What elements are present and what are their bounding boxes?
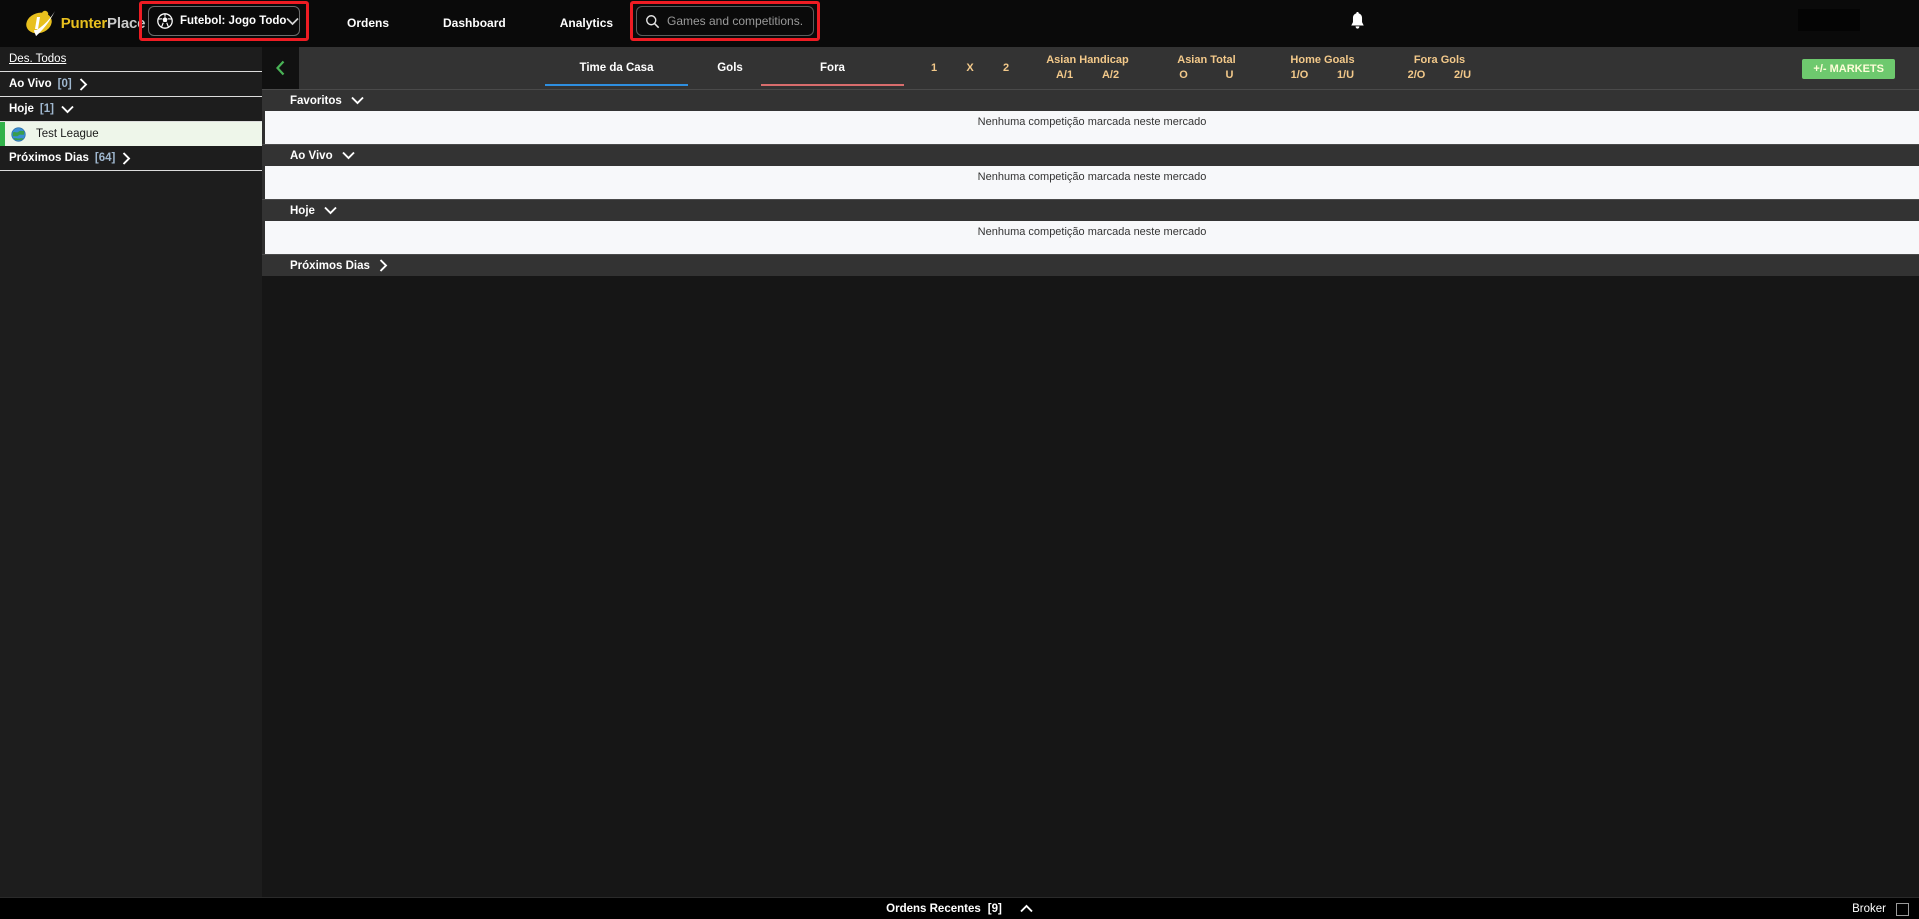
market-column-2[interactable]: 2 xyxy=(984,47,1028,89)
sidebar-deselect-all-label: Des. Todos xyxy=(9,53,67,65)
chevron-right-icon[interactable] xyxy=(122,151,131,165)
chevron-right-icon[interactable] xyxy=(79,77,88,91)
group-header-favoritos-label: Favoritos xyxy=(290,94,342,107)
group-header-proximos-dias-label: Próximos Dias xyxy=(290,259,370,272)
market-column-home-goals-sub-1u[interactable]: 1/U xyxy=(1323,68,1369,83)
chevron-down-icon[interactable] xyxy=(286,17,300,26)
chevron-up-icon[interactable] xyxy=(1020,904,1033,913)
sidebar-item-hoje-label: Hoje xyxy=(9,103,34,115)
market-header-bar: Time da Casa Gols Fora 1 X 2 Asian Handi… xyxy=(262,47,1919,89)
market-column-asian-total-sub-o[interactable]: O xyxy=(1161,68,1207,83)
bell-icon[interactable] xyxy=(1349,12,1366,31)
market-column-home-goals[interactable]: Home Goals 1/O 1/U xyxy=(1266,47,1379,89)
soccer-ball-icon xyxy=(157,13,173,29)
group-header-hoje-label: Hoje xyxy=(290,204,315,217)
market-tab-gols-label: Gols xyxy=(717,62,743,74)
sidebar-item-proximos-dias-count: [64] xyxy=(94,152,116,164)
group-spacer-hoje xyxy=(262,242,1919,254)
nav-item-analytics[interactable]: Analytics xyxy=(533,0,640,47)
empty-message-ao-vivo: Nenhuma competição marcada neste mercado xyxy=(262,166,1919,187)
sidebar-item-ao-vivo-label: Ao Vivo xyxy=(9,78,52,90)
market-tab-time-da-casa[interactable]: Time da Casa xyxy=(545,47,688,89)
market-column-home-goals-title: Home Goals xyxy=(1290,54,1355,66)
broker-checkbox[interactable] xyxy=(1896,902,1909,916)
logo-word-place: Place xyxy=(107,15,146,32)
competition-list: Favoritos Nenhuma competição marcada nes… xyxy=(262,89,1919,897)
market-column-2-title: 2 xyxy=(1002,61,1010,74)
sport-selector-label: Futebol: Jogo Todo xyxy=(180,15,287,27)
market-column-fora-gols[interactable]: Fora Gols 2/O 2/U xyxy=(1383,47,1496,89)
recent-orders-toggle[interactable]: Ordens Recentes [9] xyxy=(886,903,1033,915)
market-column-fora-gols-sub-2o[interactable]: 2/O xyxy=(1394,68,1440,83)
sidebar-collapse-button[interactable] xyxy=(262,47,299,89)
sidebar-league-label: Test League xyxy=(36,128,99,140)
search-input[interactable] xyxy=(667,14,802,28)
market-column-asian-handicap-sub-a2[interactable]: A/2 xyxy=(1088,68,1134,83)
sidebar-item-hoje[interactable]: Hoje [1] xyxy=(0,97,262,122)
app-logo[interactable]: PunterPlace xyxy=(0,0,160,47)
market-tab-gols[interactable]: Gols xyxy=(690,47,770,89)
market-tab-time-da-casa-label: Time da Casa xyxy=(579,62,654,74)
market-column-asian-total-sub-u[interactable]: U xyxy=(1207,68,1253,83)
market-column-asian-handicap[interactable]: Asian Handicap A/1 A/2 xyxy=(1031,47,1144,89)
recent-orders-count: [9] xyxy=(987,902,1002,915)
sidebar-item-ao-vivo[interactable]: Ao Vivo [0] xyxy=(0,72,262,97)
group-spacer-favoritos xyxy=(262,132,1919,144)
group-header-hoje[interactable]: Hoje xyxy=(262,199,1919,221)
market-tab-underline-home xyxy=(545,84,688,86)
toggle-markets-button[interactable]: +/- MARKETS xyxy=(1802,59,1895,79)
sport-selector[interactable]: Futebol: Jogo Todo xyxy=(148,6,300,36)
chevron-down-icon[interactable] xyxy=(61,105,74,114)
chevron-down-icon[interactable] xyxy=(351,96,364,105)
app-header: PunterPlace Futebol: Jogo Todo Ordens Da… xyxy=(0,0,1919,47)
left-sidebar: Des. Todos Ao Vivo [0] Hoje [1] Test Lea… xyxy=(0,47,262,919)
empty-message-favoritos: Nenhuma competição marcada neste mercado xyxy=(262,111,1919,132)
app-footer: Ordens Recentes [9] Broker xyxy=(0,897,1919,919)
sidebar-item-hoje-count: [1] xyxy=(39,103,54,115)
logo-wordmark: PunterPlace xyxy=(61,15,146,32)
market-column-fora-gols-sub-2u[interactable]: 2/U xyxy=(1440,68,1486,83)
market-tab-underline-away xyxy=(761,84,904,86)
sidebar-item-proximos-dias-label: Próximos Dias xyxy=(9,152,89,164)
market-column-1-title: 1 xyxy=(930,61,938,74)
group-spacer-ao-vivo xyxy=(262,187,1919,199)
globe-icon xyxy=(11,126,26,142)
group-header-favoritos[interactable]: Favoritos xyxy=(262,89,1919,111)
empty-message-hoje: Nenhuma competição marcada neste mercado xyxy=(262,221,1919,242)
sidebar-item-ao-vivo-count: [0] xyxy=(57,78,72,90)
chevron-left-icon xyxy=(276,60,285,76)
market-column-asian-total[interactable]: Asian Total O U xyxy=(1150,47,1263,89)
redacted-account-area xyxy=(1798,9,1860,31)
market-column-asian-total-title: Asian Total xyxy=(1177,54,1236,66)
market-tab-fora[interactable]: Fora xyxy=(761,47,904,89)
broker-toggle-group: Broker xyxy=(1852,898,1909,919)
search-box[interactable] xyxy=(636,6,814,36)
recent-orders-label: Ordens Recentes xyxy=(886,902,981,915)
market-column-asian-handicap-sub-a1[interactable]: A/1 xyxy=(1042,68,1088,83)
search-icon xyxy=(646,14,660,28)
nav-item-ordens[interactable]: Ordens xyxy=(320,0,416,47)
nav-item-dashboard[interactable]: Dashboard xyxy=(416,0,533,47)
chevron-down-icon[interactable] xyxy=(341,151,355,160)
market-tab-fora-label: Fora xyxy=(820,62,845,74)
punterplace-logo-icon xyxy=(25,10,55,36)
logo-word-punter: Punter xyxy=(60,15,108,32)
sidebar-deselect-all[interactable]: Des. Todos xyxy=(0,47,262,72)
chevron-down-icon[interactable] xyxy=(324,206,337,215)
group-header-ao-vivo[interactable]: Ao Vivo xyxy=(262,144,1919,166)
market-column-home-goals-sub-1o[interactable]: 1/O xyxy=(1277,68,1323,83)
market-column-asian-handicap-title: Asian Handicap xyxy=(1046,54,1129,66)
sidebar-league-test-league[interactable]: Test League xyxy=(0,122,262,146)
market-column-fora-gols-title: Fora Gols xyxy=(1413,54,1466,66)
broker-label: Broker xyxy=(1852,903,1886,915)
sidebar-item-proximos-dias[interactable]: Próximos Dias [64] xyxy=(0,146,262,171)
group-header-proximos-dias[interactable]: Próximos Dias xyxy=(262,254,1919,276)
chevron-right-icon[interactable] xyxy=(379,259,388,272)
group-header-ao-vivo-label: Ao Vivo xyxy=(290,149,333,162)
market-column-x-title: X xyxy=(966,61,974,74)
